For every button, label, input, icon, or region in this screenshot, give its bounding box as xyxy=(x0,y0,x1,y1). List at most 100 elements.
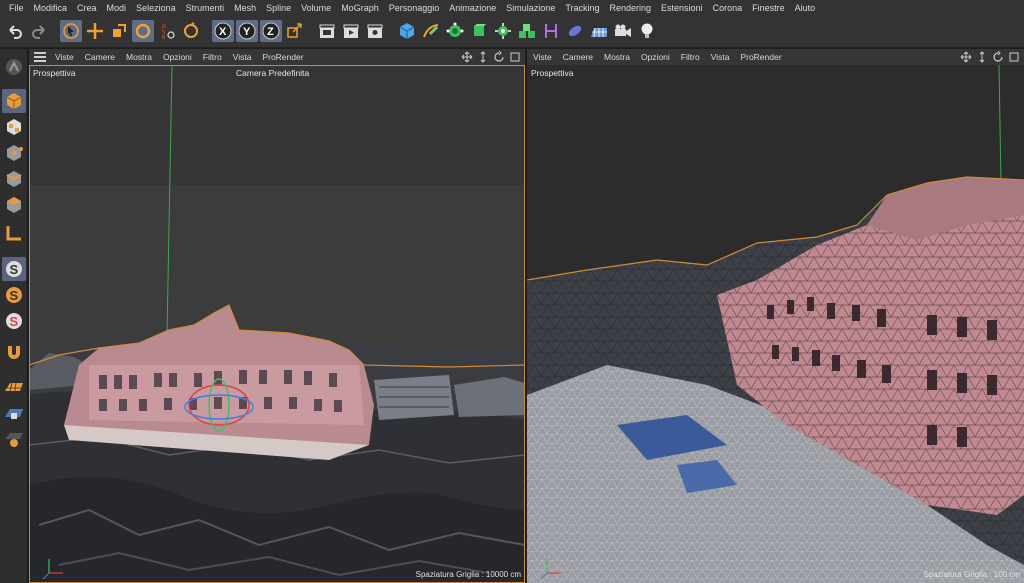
menu-rendering[interactable]: Rendering xyxy=(605,3,657,13)
snap-settings-icon[interactable]: S xyxy=(2,283,26,307)
floor-icon[interactable] xyxy=(588,20,610,42)
bend-deformer-icon[interactable] xyxy=(540,20,562,42)
menu-seleziona[interactable]: Seleziona xyxy=(131,3,181,13)
menu-crea[interactable]: Crea xyxy=(72,3,102,13)
lock-grid-icon[interactable] xyxy=(2,401,26,425)
mode-palette: S S S xyxy=(0,49,28,583)
symmetry-icon[interactable] xyxy=(2,427,26,451)
polygons-mode-icon[interactable] xyxy=(2,193,26,217)
move-icon[interactable] xyxy=(84,20,106,42)
viewport-nav-icons xyxy=(960,50,1020,63)
viewport-menu-mostra[interactable]: Mostra xyxy=(599,52,636,62)
orbit-icon[interactable] xyxy=(493,50,505,63)
make-editable-icon[interactable] xyxy=(2,55,26,79)
svg-text:S: S xyxy=(10,262,19,277)
cube-icon[interactable] xyxy=(396,20,418,42)
orbit-icon[interactable] xyxy=(992,50,1004,63)
camera-icon[interactable] xyxy=(612,20,634,42)
viewport-menu-filtro[interactable]: Filtro xyxy=(198,52,228,62)
menu-estensioni[interactable]: Estensioni xyxy=(656,3,708,13)
scale-icon[interactable] xyxy=(108,20,130,42)
magnet-icon[interactable] xyxy=(2,341,26,365)
viewport-menu-opzioni[interactable]: Opzioni xyxy=(158,52,198,62)
undo-icon[interactable] xyxy=(4,20,26,42)
extrude-icon[interactable] xyxy=(468,20,490,42)
viewport-menu-vista[interactable]: Vista xyxy=(706,52,736,62)
menu-volume[interactable]: Volume xyxy=(296,3,336,13)
viewport-perspective-right[interactable]: Viste Camere Mostra Opzioni Filtro Vista… xyxy=(527,49,1024,583)
viewport-menu-camere[interactable]: Camere xyxy=(558,52,599,62)
menu-modi[interactable]: Modi xyxy=(102,3,132,13)
render-region-icon[interactable] xyxy=(316,20,338,42)
viewport-menu-camere[interactable]: Camere xyxy=(80,52,121,62)
mograph-icon[interactable] xyxy=(516,20,538,42)
viewport-menu-vista[interactable]: Vista xyxy=(228,52,258,62)
menu-simulazione[interactable]: Simulazione xyxy=(501,3,560,13)
viewport-menu-filtro[interactable]: Filtro xyxy=(676,52,706,62)
viewport-menu-mostra[interactable]: Mostra xyxy=(121,52,158,62)
viewport-menu-opzioni[interactable]: Opzioni xyxy=(636,52,676,62)
select-live-icon[interactable] xyxy=(60,20,82,42)
snap-icon[interactable]: S xyxy=(2,257,26,281)
menu-spline[interactable]: Spline xyxy=(261,3,296,13)
coordinate-system-icon[interactable] xyxy=(284,20,306,42)
pen-spline-icon[interactable] xyxy=(420,20,442,42)
menu-mograph[interactable]: MoGraph xyxy=(336,3,384,13)
axis-mode-icon[interactable] xyxy=(2,221,26,245)
dolly-icon[interactable] xyxy=(976,51,988,63)
grid-spacing-label: Spaziatura Griglia : 10000 cm xyxy=(415,570,521,579)
view-name-label: Prospettiva xyxy=(531,68,574,78)
svg-text:R: R xyxy=(162,35,166,40)
camera-name-label: Camera Predefinita xyxy=(236,68,310,78)
axis-z-icon[interactable]: Z xyxy=(260,20,282,42)
viewport-perspective-left[interactable]: Viste Camere Mostra Opzioni Filtro Vista… xyxy=(29,49,525,583)
workplane-icon[interactable]: S xyxy=(2,309,26,333)
pan-icon[interactable] xyxy=(461,51,473,63)
texture-mode-icon[interactable] xyxy=(2,115,26,139)
points-mode-icon[interactable] xyxy=(2,141,26,165)
render-view-icon[interactable] xyxy=(340,20,362,42)
menu-finestre[interactable]: Finestre xyxy=(747,3,790,13)
menu-animazione[interactable]: Animazione xyxy=(444,3,501,13)
pan-icon[interactable] xyxy=(960,51,972,63)
subdivision-icon[interactable] xyxy=(444,20,466,42)
light-icon[interactable] xyxy=(636,20,658,42)
viewport-scene-left[interactable] xyxy=(29,65,525,583)
menu-strumenti[interactable]: Strumenti xyxy=(181,3,230,13)
maximize-view-icon[interactable] xyxy=(1008,51,1020,63)
viewport-nav-icons xyxy=(461,50,521,63)
cinema4d-window: File Modifica Crea Modi Seleziona Strume… xyxy=(0,0,1024,583)
rotate-icon[interactable] xyxy=(132,20,154,42)
grid-icon[interactable] xyxy=(2,375,26,399)
menu-corona[interactable]: Corona xyxy=(708,3,748,13)
viewport-menu-viste[interactable]: Viste xyxy=(50,52,80,62)
maximize-view-icon[interactable] xyxy=(509,51,521,63)
viewport-menu-prorender[interactable]: ProRender xyxy=(257,52,309,62)
svg-text:S: S xyxy=(10,288,19,303)
menu-personaggio[interactable]: Personaggio xyxy=(384,3,445,13)
field-icon[interactable] xyxy=(564,20,586,42)
hamburger-icon[interactable] xyxy=(34,52,46,62)
menu-tracking[interactable]: Tracking xyxy=(560,3,604,13)
menu-aiuto[interactable]: Aiuto xyxy=(790,3,821,13)
viewport-menu-prorender[interactable]: ProRender xyxy=(735,52,787,62)
viewport-menu-bar: Viste Camere Mostra Opzioni Filtro Vista… xyxy=(527,49,1024,65)
model-mode-icon[interactable] xyxy=(2,89,26,113)
recent-tool-icon[interactable] xyxy=(180,20,202,42)
axis-x-icon[interactable]: X xyxy=(212,20,234,42)
axis-y-icon[interactable]: Y xyxy=(236,20,258,42)
menu-mesh[interactable]: Mesh xyxy=(229,3,261,13)
dolly-icon[interactable] xyxy=(477,51,489,63)
psr-icon[interactable]: PSR xyxy=(156,20,178,42)
menu-modifica[interactable]: Modifica xyxy=(29,3,73,13)
main-toolbar: PSR X Y Z xyxy=(0,15,1024,48)
viewport-menu-bar: Viste Camere Mostra Opzioni Filtro Vista… xyxy=(29,49,525,65)
render-settings-icon[interactable] xyxy=(364,20,386,42)
axis-x-label: X xyxy=(219,26,227,38)
redo-icon[interactable] xyxy=(28,20,50,42)
menu-file[interactable]: File xyxy=(4,3,29,13)
cloner-icon[interactable] xyxy=(492,20,514,42)
viewport-scene-right[interactable] xyxy=(527,65,1024,583)
viewport-menu-viste[interactable]: Viste xyxy=(527,52,558,62)
edges-mode-icon[interactable] xyxy=(2,167,26,191)
